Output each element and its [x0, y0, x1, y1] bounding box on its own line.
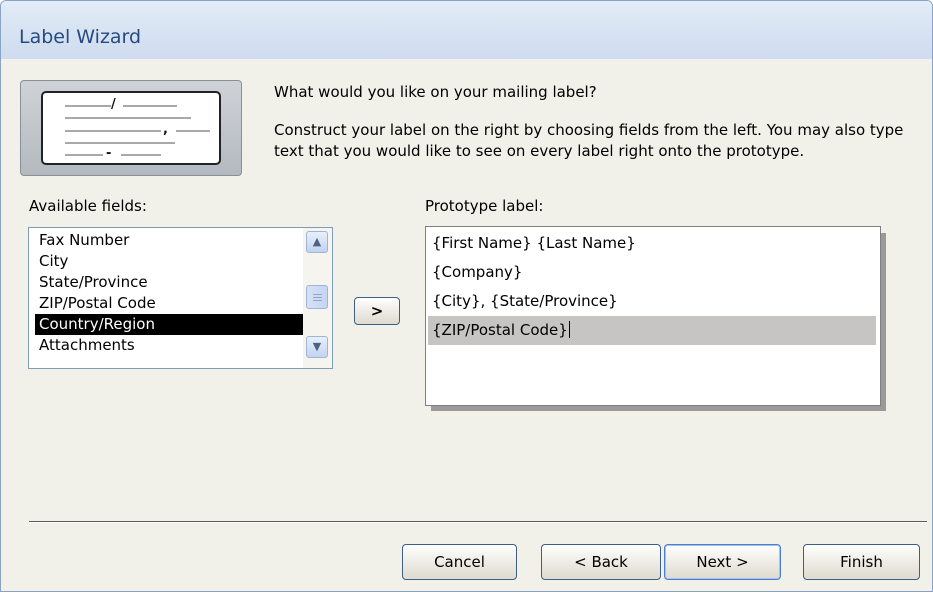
add-field-button[interactable]: > — [354, 297, 400, 325]
next-button[interactable]: Next > — [664, 544, 781, 580]
scrollbar-thumb[interactable] — [306, 285, 328, 309]
wizard-question: What would you like on your mailing labe… — [274, 83, 597, 101]
available-fields-label: Available fields: — [29, 197, 147, 215]
finish-button[interactable]: Finish — [803, 544, 920, 580]
list-item[interactable]: Attachments — [35, 335, 303, 356]
prototype-line-active[interactable]: {ZIP/Postal Code} — [428, 316, 876, 345]
list-item[interactable]: ZIP/Postal Code — [35, 293, 303, 314]
text-caret — [568, 321, 570, 338]
label-wizard-dialog: Label Wizard / , - What would you like o… — [0, 0, 933, 592]
label-card: / , - — [41, 91, 221, 165]
prototype-line[interactable] — [428, 345, 876, 374]
prototype-line[interactable]: {First Name} {Last Name} — [428, 229, 876, 258]
list-item[interactable]: City — [35, 251, 303, 272]
list-item[interactable]: State/Province — [35, 272, 303, 293]
list-item[interactable]: Fax Number — [35, 230, 303, 251]
chevron-up-icon[interactable]: ▲ — [306, 231, 328, 253]
cancel-button[interactable]: Cancel — [402, 544, 517, 580]
prototype-line[interactable]: {City}, {State/Province} — [428, 287, 876, 316]
back-button[interactable]: < Back — [541, 544, 661, 580]
wizard-description: Construct your label on the right by cho… — [274, 121, 904, 160]
prototype-label-editor[interactable]: {First Name} {Last Name} {Company} {City… — [425, 226, 881, 406]
window-title: Label Wizard — [19, 26, 142, 48]
vertical-scrollbar[interactable]: ▲ ▼ — [303, 228, 332, 368]
prototype-line-text: {ZIP/Postal Code} — [432, 321, 568, 339]
prototype-label-heading: Prototype label: — [425, 197, 544, 215]
title-bar: Label Wizard — [1, 1, 932, 59]
label-illustration-icon: / , - — [20, 80, 242, 176]
chevron-down-icon[interactable]: ▼ — [306, 336, 328, 358]
prototype-line[interactable]: {Company} — [428, 258, 876, 287]
list-item-selected[interactable]: Country/Region — [35, 314, 303, 335]
available-fields-list[interactable]: Fax Number City State/Province ZIP/Posta… — [28, 227, 333, 369]
